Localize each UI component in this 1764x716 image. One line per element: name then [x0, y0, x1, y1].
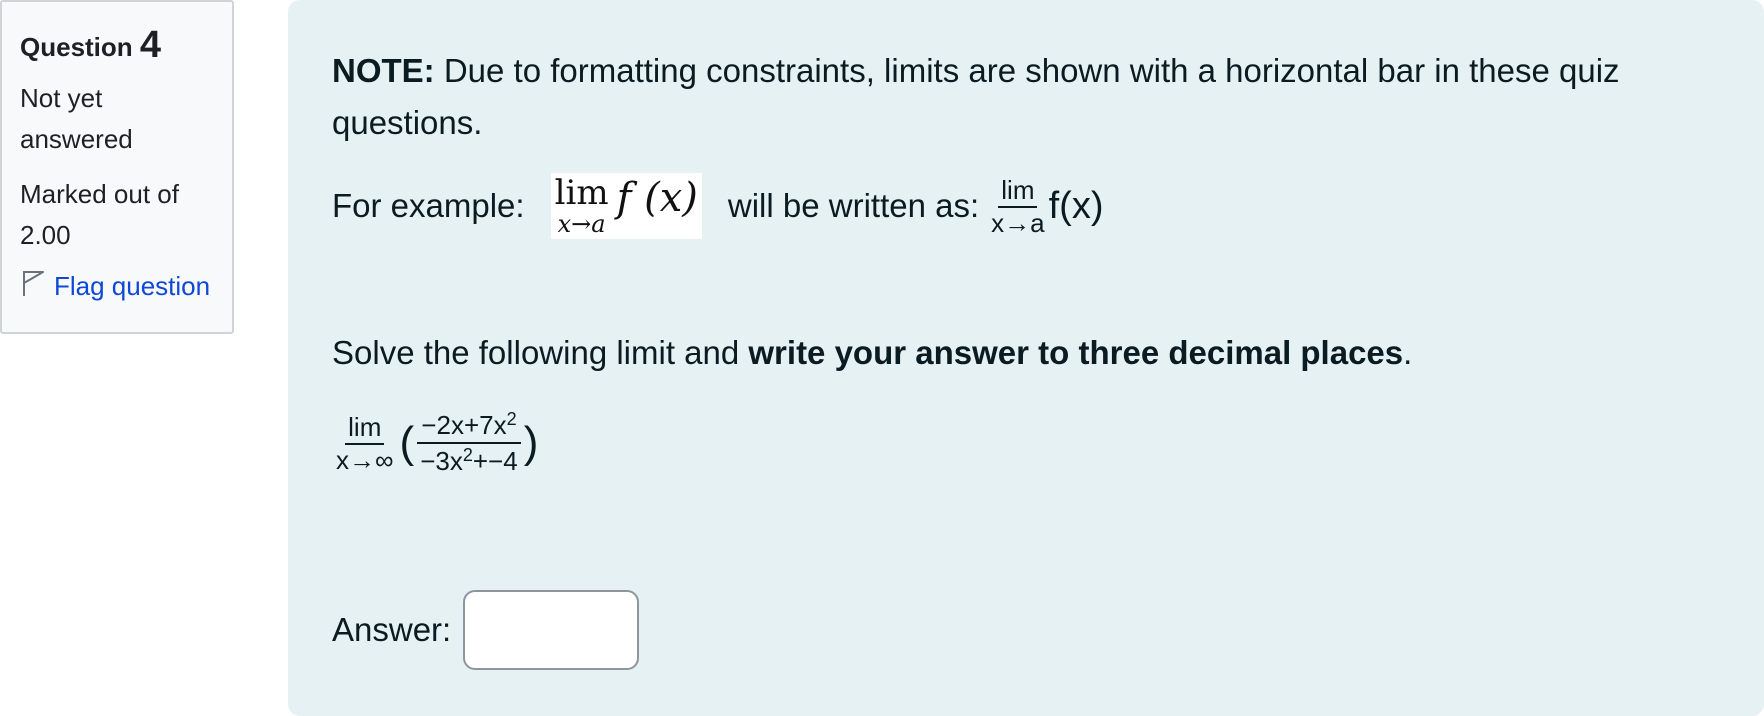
- close-paren: ): [523, 418, 539, 467]
- note-text: Due to formatting constraints, limits ar…: [332, 52, 1620, 141]
- question-number: 4: [139, 24, 162, 66]
- written-as-label: will be written as:: [727, 187, 980, 224]
- limit-expression: lim x→∞ ( −2x+7x2 −3x2+−4 ): [332, 409, 1720, 474]
- formatting-note: NOTE: Due to formatting constraints, lim…: [332, 45, 1720, 149]
- instruction-bold: write your answer to three decimal place…: [748, 334, 1404, 371]
- instruction-prefix: Solve the following limit and: [332, 334, 749, 371]
- example-label: For example:: [332, 187, 525, 224]
- answer-input[interactable]: [463, 590, 640, 670]
- question-grade: Marked out of 2.00: [20, 174, 214, 256]
- denominator-exponent: 2: [462, 445, 473, 465]
- note-prefix: NOTE:: [332, 52, 435, 89]
- denominator-tail: +−4: [472, 446, 518, 476]
- expr-denominator: −3x2+−4: [416, 444, 522, 474]
- example-limit-image: lim x→a f (x): [550, 173, 702, 239]
- flag-question-label: Flag question: [54, 271, 211, 301]
- question-status: Not yet answered: [20, 83, 133, 154]
- limit-example: For example: lim x→a f (x) will be writt…: [332, 171, 1720, 241]
- instruction-suffix: .: [1403, 334, 1413, 371]
- expr-numerator: −2x+7x2: [417, 409, 521, 444]
- numerator-text: −2x+7x: [421, 410, 507, 440]
- quiz-page: Question 4 Not yet answered Marked out o…: [0, 0, 1764, 716]
- example-lim-word: lim: [554, 173, 609, 213]
- flag-icon: [20, 268, 48, 305]
- question-label: Question: [20, 32, 133, 62]
- written-lim-subscript: x→a: [991, 207, 1045, 238]
- written-lim-word: lim: [998, 177, 1038, 208]
- question-info-panel: Question 4 Not yet answered Marked out o…: [0, 0, 234, 334]
- instruction-text: Solve the following limit and write your…: [332, 327, 1720, 379]
- open-paren: (: [399, 418, 415, 467]
- expr-lim-subscript: x→∞: [336, 444, 394, 475]
- example-function: f (x): [616, 175, 698, 221]
- flag-question-link[interactable]: Flag question: [20, 268, 214, 305]
- denominator-text: −3x: [420, 446, 463, 476]
- answer-label: Answer:: [332, 611, 452, 648]
- marked-out-of-label: Marked out of: [20, 179, 179, 209]
- question-title: Question 4: [20, 22, 214, 68]
- marked-out-of-value: 2.00: [20, 220, 71, 250]
- written-lim: lim x→a: [991, 177, 1044, 236]
- expr-fraction: −2x+7x2 −3x2+−4: [416, 409, 522, 474]
- expr-lim-word: lim: [345, 414, 385, 445]
- expr-lim: lim x→∞: [336, 414, 394, 473]
- written-function: f(x): [1048, 185, 1104, 227]
- question-content: NOTE: Due to formatting constraints, lim…: [288, 0, 1764, 716]
- example-lim: lim x→a: [555, 176, 609, 236]
- example-lim-subscript: x→a: [557, 210, 606, 238]
- answer-row: Answer:: [332, 590, 640, 670]
- numerator-exponent: 2: [506, 409, 517, 429]
